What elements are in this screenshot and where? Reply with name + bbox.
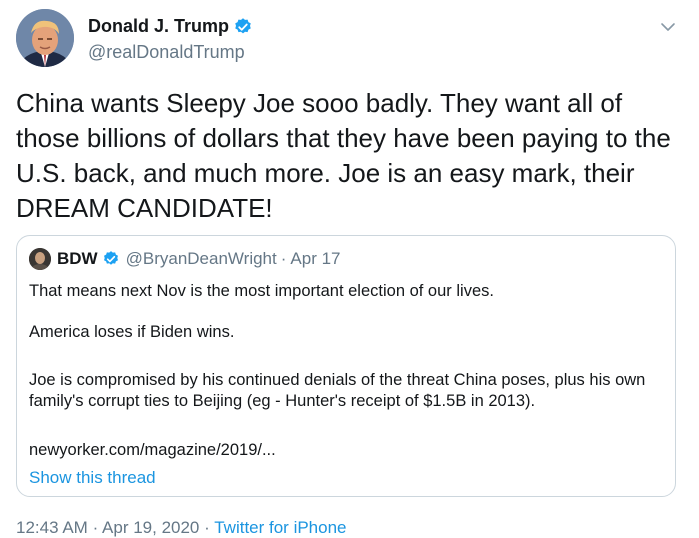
quoted-link[interactable]: newyorker.com/magazine/2019/...	[29, 440, 276, 461]
tweet-header: Donald J. Trump @realDonaldTrump	[16, 8, 683, 68]
quoted-date[interactable]: Apr 17	[290, 249, 340, 269]
quoted-paragraph: That means next Nov is the most importan…	[29, 282, 494, 300]
quoted-author-avatar[interactable]	[29, 248, 51, 270]
verified-badge-icon	[103, 251, 118, 265]
meta-separator: ·	[92, 518, 99, 537]
tweet-source-link[interactable]: Twitter for iPhone	[214, 518, 346, 537]
quoted-tweet[interactable]: BDW @BryanDeanWright · Apr 17 That means…	[16, 235, 676, 497]
tweet-meta: 12:43 AM · Apr 19, 2020 · Twitter for iP…	[16, 518, 347, 538]
author-handle[interactable]: @realDonaldTrump	[88, 42, 245, 63]
tweet-text: China wants Sleepy Joe sooo badly. They …	[16, 88, 671, 223]
quoted-author-handle[interactable]: @BryanDeanWright	[126, 249, 277, 269]
quoted-author-name[interactable]: BDW	[57, 249, 98, 269]
chevron-down-icon[interactable]	[659, 18, 677, 36]
quoted-separator: ·	[280, 249, 287, 268]
quoted-avatar-image	[29, 248, 51, 270]
author-name-row: Donald J. Trump	[88, 16, 253, 37]
quoted-tweet-header: BDW @BryanDeanWright · Apr 17	[29, 248, 341, 270]
avatar-image	[16, 9, 74, 67]
quoted-paragraph: Joe is compromised by his continued deni…	[29, 371, 646, 410]
verified-badge-icon	[235, 17, 251, 33]
show-thread-link[interactable]: Show this thread	[29, 468, 156, 488]
author-display-name[interactable]: Donald J. Trump	[88, 16, 229, 37]
meta-separator: ·	[204, 518, 210, 537]
quoted-paragraph: America loses if Biden wins.	[29, 323, 235, 341]
tweet-date[interactable]: Apr 19, 2020	[102, 518, 199, 537]
tweet-time[interactable]: 12:43 AM	[16, 518, 88, 537]
author-avatar[interactable]	[16, 9, 74, 67]
